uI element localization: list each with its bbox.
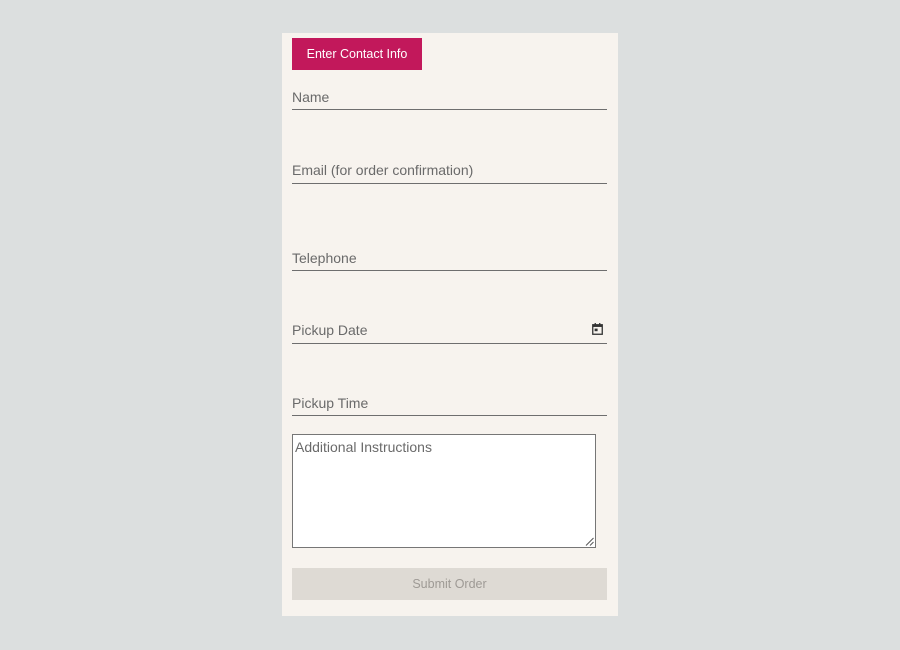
name-input[interactable]	[292, 86, 607, 108]
telephone-input[interactable]	[292, 247, 607, 269]
pickup-time-input[interactable]	[292, 392, 607, 414]
telephone-field	[292, 247, 607, 271]
email-input[interactable]	[292, 159, 607, 181]
additional-instructions-textarea[interactable]	[293, 435, 595, 547]
instructions-field	[292, 434, 596, 548]
submit-order-button[interactable]: Submit Order	[292, 568, 607, 600]
pickup-date-field	[292, 319, 607, 344]
pickup-time-field	[292, 392, 607, 416]
pickup-date-input[interactable]	[292, 319, 607, 341]
calendar-icon[interactable]	[592, 323, 603, 335]
resize-handle-icon[interactable]	[585, 537, 594, 546]
name-field	[292, 86, 607, 110]
enter-contact-info-button[interactable]: Enter Contact Info	[292, 38, 422, 70]
contact-form-card: Enter Contact Info Submit Order	[282, 33, 618, 616]
email-field	[292, 159, 607, 184]
